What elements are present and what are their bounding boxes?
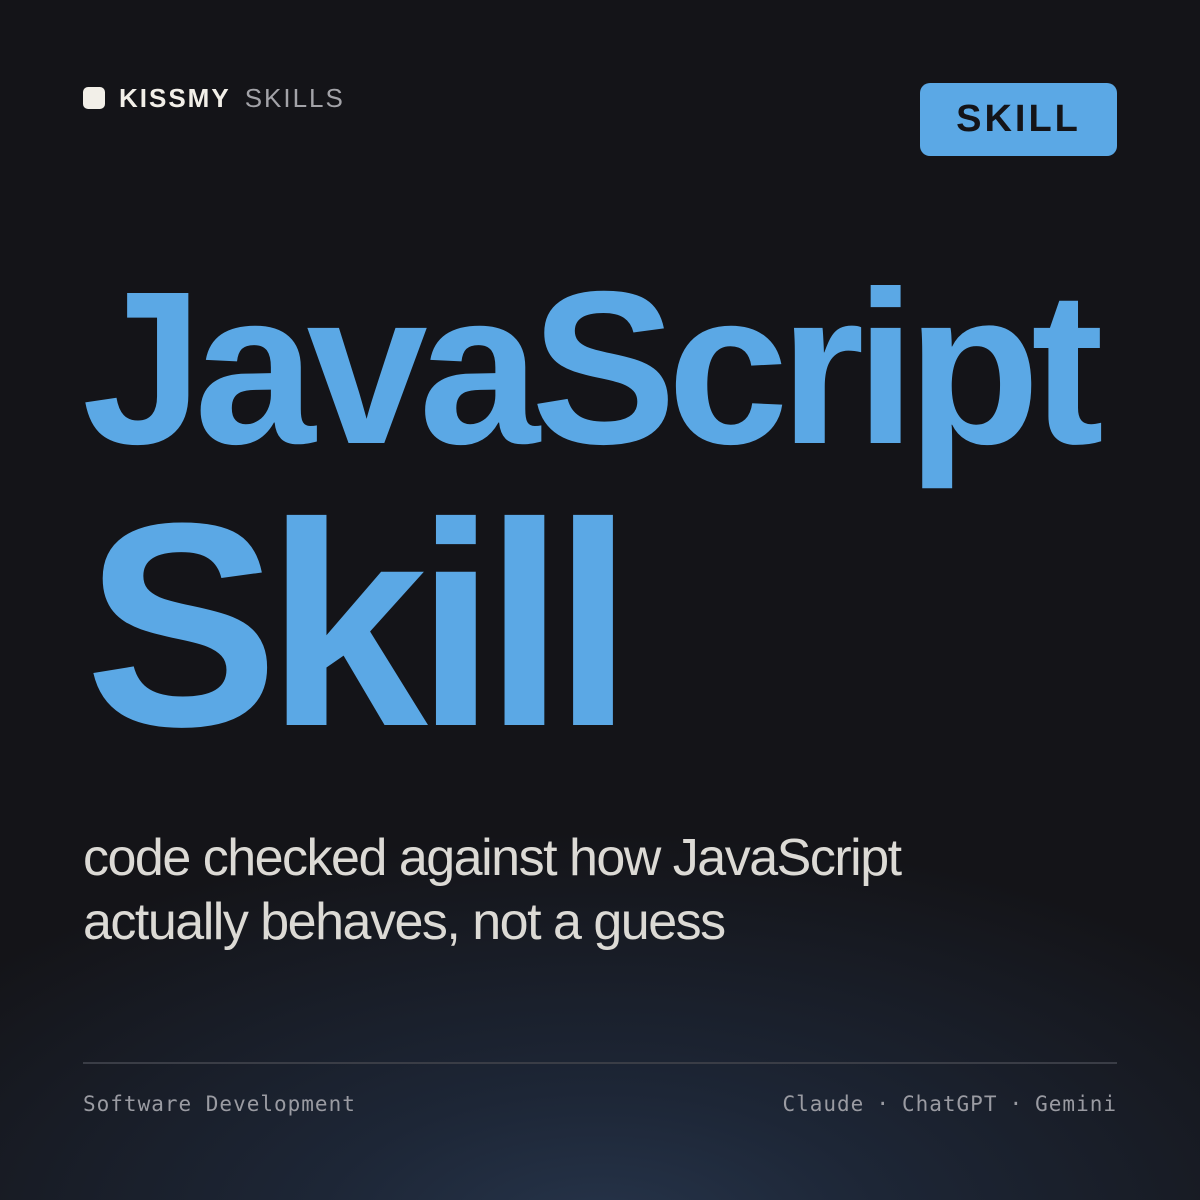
platform-separator: · bbox=[876, 1092, 890, 1116]
title-line-1: JavaScript bbox=[82, 247, 1104, 490]
brand-header: KISSMY SKILLS bbox=[83, 82, 345, 113]
footer-divider bbox=[83, 1062, 1117, 1064]
subtitle-line-1: code checked against how JavaScript bbox=[83, 829, 902, 887]
subtitle-line-2: actually behaves, not a guess bbox=[83, 893, 726, 951]
skill-badge: SKILL bbox=[920, 83, 1117, 156]
brand-name: KISSMY bbox=[119, 82, 231, 113]
platform-claude: Claude bbox=[782, 1092, 865, 1116]
brand-dot-icon bbox=[83, 87, 105, 109]
platform-chatgpt: ChatGPT bbox=[901, 1092, 998, 1116]
platform-gemini: Gemini bbox=[1035, 1092, 1117, 1116]
platform-separator: · bbox=[1009, 1092, 1024, 1116]
subtitle: code checked against how JavaScript actu… bbox=[83, 826, 1123, 954]
platform-list: Claude · ChatGPT · Gemini bbox=[782, 1092, 1117, 1116]
category-label: Software Development bbox=[83, 1092, 356, 1116]
title-line-2: Skill bbox=[85, 463, 633, 787]
brand-subtitle: SKILLS bbox=[244, 82, 345, 113]
skill-badge-label: SKILL bbox=[956, 98, 1081, 140]
